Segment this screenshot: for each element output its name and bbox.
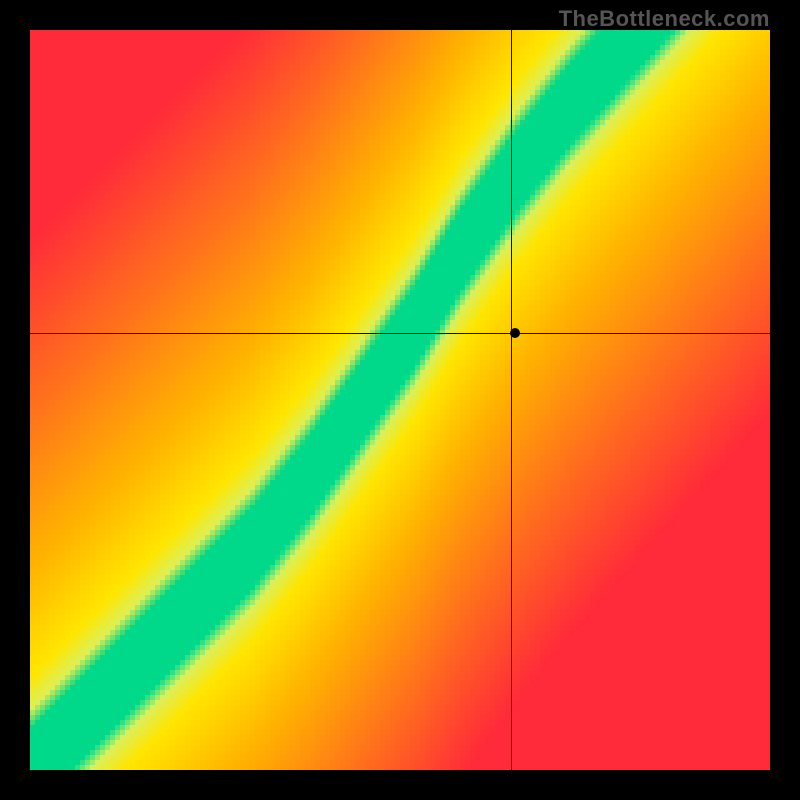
selected-point-marker [510,328,520,338]
chart-frame: TheBottleneck.com [0,0,800,800]
crosshair-vertical [511,30,512,770]
watermark-text: TheBottleneck.com [559,6,770,32]
crosshair-horizontal [30,333,770,334]
bottleneck-heatmap [30,30,770,770]
